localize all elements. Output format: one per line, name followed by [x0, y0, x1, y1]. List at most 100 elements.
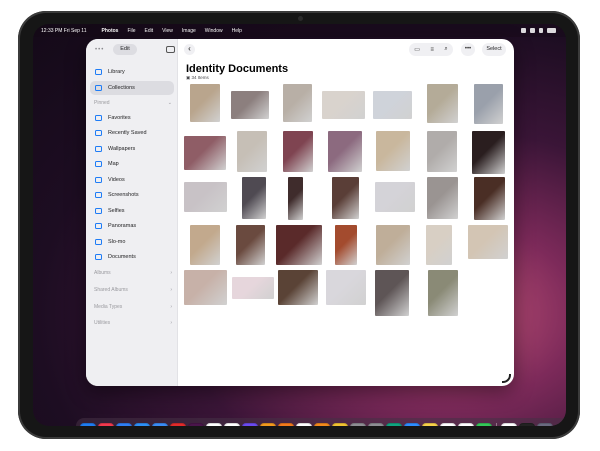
- photo-thumbnail[interactable]: [335, 225, 357, 265]
- section-label: Utilities: [94, 320, 111, 326]
- sidebar-item-label: Documents: [108, 254, 136, 260]
- menu-help[interactable]: Help: [232, 28, 242, 34]
- photo-thumbnail[interactable]: [242, 177, 266, 219]
- photo-thumbnail[interactable]: [375, 270, 409, 316]
- photo-thumbnail[interactable]: [375, 182, 415, 212]
- mail-icon[interactable]: [152, 422, 168, 426]
- sidebar-item-documents[interactable]: Documents: [90, 250, 174, 264]
- photo-thumbnail[interactable]: [427, 131, 457, 172]
- calendar-icon[interactable]: [206, 422, 222, 426]
- slack-2-icon[interactable]: [501, 422, 517, 426]
- photo-thumbnail[interactable]: [283, 84, 312, 122]
- library-icon: [95, 69, 102, 75]
- photo-thumbnail[interactable]: [232, 277, 274, 299]
- sidebar-item-slo-mo[interactable]: Slo-mo: [90, 235, 174, 249]
- pages-icon[interactable]: [260, 422, 276, 426]
- section-label: Media Types: [94, 304, 123, 310]
- photo-thumbnail[interactable]: [373, 91, 412, 119]
- sidebar-item-map[interactable]: Map: [90, 157, 174, 171]
- notes-icon[interactable]: [422, 422, 438, 426]
- books-icon[interactable]: [314, 422, 330, 426]
- menu-view[interactable]: View: [162, 28, 173, 34]
- sidebar-item-library[interactable]: Library: [90, 65, 174, 79]
- menu-window[interactable]: Window: [205, 28, 223, 34]
- section-media-types[interactable]: Media Types ›: [94, 302, 172, 312]
- photo-thumbnail[interactable]: [184, 270, 227, 305]
- shortcuts-icon[interactable]: [242, 422, 258, 426]
- app-store-icon[interactable]: [80, 422, 96, 426]
- document-icon: [95, 254, 102, 260]
- photo-thumbnail[interactable]: [190, 84, 220, 122]
- photo-thumbnail[interactable]: [468, 225, 508, 259]
- sidebar-item-favorites[interactable]: Favorites: [90, 111, 174, 125]
- menu-image[interactable]: Image: [182, 28, 196, 34]
- dock-separator: [496, 423, 497, 426]
- photo-thumbnail[interactable]: [322, 91, 365, 119]
- section-albums[interactable]: Albums ›: [94, 268, 172, 278]
- section-utilities[interactable]: Utilities ›: [94, 318, 172, 328]
- photo-thumbnail[interactable]: [288, 177, 303, 220]
- window-controls-icon[interactable]: •••: [95, 47, 104, 53]
- sidebar-item-label: Selfies: [108, 208, 125, 214]
- photo-thumbnail[interactable]: [283, 131, 313, 172]
- wallpaper-icon: [95, 146, 102, 152]
- settings-icon[interactable]: [368, 422, 384, 426]
- camera-app-icon[interactable]: [350, 422, 366, 426]
- sidebar-item-panoramas[interactable]: Panoramas: [90, 219, 174, 233]
- photo-thumbnail[interactable]: [376, 131, 410, 171]
- sidebar: ••• Edit Library Collections Pinned ⌄ Fa…: [86, 39, 178, 386]
- sidebar-item-collections[interactable]: Collections: [90, 81, 174, 95]
- photo-thumbnail[interactable]: [474, 177, 505, 220]
- photo-thumbnail[interactable]: [427, 84, 458, 123]
- reeder-icon[interactable]: [519, 422, 535, 426]
- sidebar-item-recently-saved[interactable]: Recently Saved: [90, 126, 174, 140]
- photo-thumbnail[interactable]: [231, 91, 269, 119]
- photo-thumbnail[interactable]: [428, 270, 458, 316]
- safari-icon[interactable]: [134, 422, 150, 426]
- photo-thumbnail[interactable]: [426, 225, 452, 265]
- photo-thumbnail[interactable]: [236, 225, 265, 265]
- photo-thumbnail[interactable]: [427, 177, 458, 219]
- sidebar-item-wallpapers[interactable]: Wallpapers: [90, 142, 174, 156]
- messages-icon[interactable]: [476, 422, 492, 426]
- menu-file[interactable]: File: [127, 28, 135, 34]
- keynote-icon[interactable]: [278, 422, 294, 426]
- sidebar-item-videos[interactable]: Videos: [90, 173, 174, 187]
- zoom-icon[interactable]: [404, 422, 420, 426]
- photo-thumbnail[interactable]: [278, 270, 318, 305]
- chevron-right-icon: ›: [170, 270, 172, 276]
- edit-button[interactable]: Edit: [113, 44, 137, 55]
- photo-thumbnail[interactable]: [276, 225, 322, 265]
- photo-thumbnail[interactable]: [326, 270, 366, 305]
- photo-thumbnail[interactable]: [376, 225, 410, 265]
- download-icon: [95, 130, 102, 136]
- photo-thumbnail[interactable]: [328, 131, 362, 172]
- sidebar-item-selfies[interactable]: Selfies: [90, 204, 174, 218]
- collection-view: ‹ ▭ ≡ ⌕ ••• Select Identity Documents ▣ …: [178, 39, 514, 386]
- chevron-down-icon: ⌄: [167, 100, 172, 106]
- photo-thumbnail[interactable]: [190, 225, 220, 265]
- section-shared-albums[interactable]: Shared Albums ›: [94, 285, 172, 295]
- section-pinned[interactable]: Pinned ⌄: [94, 98, 172, 108]
- reminders-icon[interactable]: [224, 422, 240, 426]
- menu-app-photos[interactable]: Photos: [102, 28, 119, 34]
- icloud-icon[interactable]: [458, 422, 474, 426]
- photo-thumbnail[interactable]: [184, 182, 227, 212]
- notion-icon[interactable]: [296, 422, 312, 426]
- photo-thumbnail[interactable]: [472, 131, 505, 174]
- app-library-icon[interactable]: [537, 422, 553, 426]
- files-icon[interactable]: [116, 422, 132, 426]
- menu-edit[interactable]: Edit: [145, 28, 154, 34]
- photo-thumbnail[interactable]: [332, 177, 359, 219]
- freeform-icon[interactable]: [440, 422, 456, 426]
- photo-thumbnail[interactable]: [237, 131, 267, 172]
- music-icon[interactable]: [98, 422, 114, 426]
- youtube-icon[interactable]: [170, 422, 186, 426]
- sidebar-item-screenshots[interactable]: Screenshots: [90, 188, 174, 202]
- photo-thumbnail[interactable]: [474, 84, 503, 124]
- photo-thumbnail[interactable]: [184, 136, 226, 170]
- chatgpt-icon[interactable]: [386, 422, 402, 426]
- sidebar-toggle-icon[interactable]: [166, 46, 175, 53]
- slack-icon[interactable]: [188, 422, 204, 426]
- photos-icon[interactable]: [332, 422, 348, 426]
